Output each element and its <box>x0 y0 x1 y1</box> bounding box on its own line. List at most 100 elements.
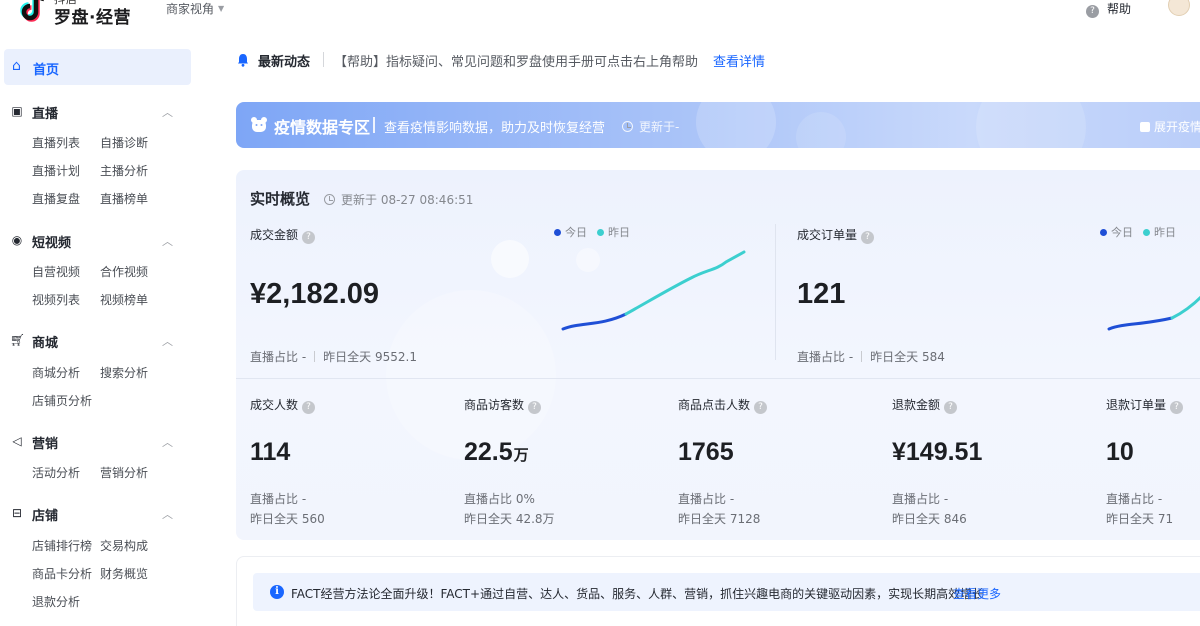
clock-icon <box>324 194 335 205</box>
metric-value: 1765 <box>678 438 735 467</box>
sidebar-group-mall[interactable]: 🛒︎ 商城 ︿ <box>0 329 190 353</box>
sidebar-item-refund-analysis[interactable]: 退款分析 <box>32 593 80 610</box>
sidebar-item-shop-page-analysis[interactable]: 店铺页分析 <box>32 392 92 409</box>
fact-more-link[interactable]: 查看更多 <box>953 585 1001 602</box>
notice-details-link[interactable]: 查看详情 <box>713 51 765 70</box>
metric-yesterday-total: 昨日全天 846 <box>892 512 967 526</box>
metric-live-ratio: 直播占比 - <box>892 492 949 506</box>
sidebar-item-search-analysis[interactable]: 搜索分析 <box>100 364 148 381</box>
question-icon[interactable]: ? <box>302 231 316 244</box>
question-icon[interactable]: ? <box>861 231 875 244</box>
metric-value-number: 1765 <box>678 438 734 466</box>
sparkline-yesterday <box>624 250 746 316</box>
metric-label-text: 退款订单量 <box>1106 398 1167 412</box>
brand-title[interactable]: 罗盘·经营 <box>54 3 131 28</box>
tiktok-logo-icon[interactable] <box>18 0 48 24</box>
view-switch-dropdown[interactable]: 商家视角 ▼ <box>166 0 224 17</box>
question-icon[interactable]: ? <box>754 401 768 414</box>
decoration-bubble <box>386 290 556 460</box>
question-icon[interactable]: ? <box>302 401 316 414</box>
banner-updated: 更新于- <box>622 118 679 135</box>
sidebar-item-live-list[interactable]: 直播列表 <box>32 134 80 151</box>
fact-card: i FACT经营方法论全面升级！FACT+通过自营、达人、货品、服务、人群、营销… <box>236 556 1200 626</box>
sidebar-item-live-plan[interactable]: 直播计划 <box>32 162 80 179</box>
question-icon[interactable]: ? <box>1170 401 1184 414</box>
metric-value: 114 <box>250 438 291 467</box>
sidebar-item-live-ranking[interactable]: 直播榜单 <box>100 190 148 207</box>
metric-yesterday-total: 昨日全天 560 <box>250 512 325 526</box>
sidebar-item-self-live-diagnosis[interactable]: 自播诊断 <box>100 134 148 151</box>
fact-text: FACT经营方法论全面升级！FACT+通过自营、达人、货品、服务、人群、营销，抓… <box>291 587 985 601</box>
metric-label-text: 成交金额 <box>250 228 299 242</box>
question-icon[interactable]: ? <box>944 401 958 414</box>
sidebar-item-live-review[interactable]: 直播复盘 <box>32 190 80 207</box>
sidebar-item-coop-video[interactable]: 合作视频 <box>100 263 148 280</box>
sparkline-yesterday <box>1170 295 1200 320</box>
sidebar-group-marketing[interactable]: ◁ 营销 ︿ <box>0 430 190 454</box>
sidebar-item-marketing-analysis[interactable]: 营销分析 <box>100 464 148 481</box>
question-icon[interactable]: ? <box>528 401 542 414</box>
divider <box>236 378 1200 379</box>
sidebar-item-finance-overview[interactable]: 财务概览 <box>100 565 148 582</box>
sidebar-item-trade-composition[interactable]: 交易构成 <box>100 537 148 554</box>
metric-value-unit: 万 <box>513 447 529 464</box>
sidebar-group-shop[interactable]: ⊟ 店铺 ︿ <box>0 502 190 526</box>
legend-item-yesterday[interactable]: 昨日 <box>1143 226 1176 239</box>
divider <box>861 351 863 362</box>
sidebar-group-live[interactable]: ▣ 直播 ︿ <box>0 100 190 124</box>
realtime-updated: 更新于 08-27 08:46:51 <box>324 191 473 208</box>
chart-legend: 今日 昨日 <box>1100 224 1186 240</box>
metric-value-orders: 121 <box>797 278 846 310</box>
sidebar-item-anchor-analysis[interactable]: 主播分析 <box>100 162 148 179</box>
metric-label-text: 商品访客数 <box>464 398 525 412</box>
divider <box>775 224 776 360</box>
banner-expand-button[interactable]: 展开疫情 <box>1140 118 1200 135</box>
divider <box>323 52 324 67</box>
legend-dot-today <box>554 229 561 236</box>
legend-label-today: 今日 <box>1111 226 1133 239</box>
metric-sub-gmv: 直播占比 - 昨日全天 9552.1 <box>250 348 417 365</box>
sidebar-item-video-ranking[interactable]: 视频榜单 <box>100 291 148 308</box>
metric-label: 退款金额? <box>892 396 958 414</box>
epidemic-banner[interactable]: 疫情数据专区 查看疫情影响数据，助力及时恢复经营 更新于- 展开疫情 <box>236 102 1200 148</box>
video-icon: ◉ <box>11 233 23 247</box>
legend-dot-yesterday <box>597 229 604 236</box>
realtime-title: 实时概览 <box>250 190 311 208</box>
avatar[interactable] <box>1168 0 1190 16</box>
sidebar-item-product-card-analysis[interactable]: 商品卡分析 <box>32 565 92 582</box>
chevron-up-icon: ︿ <box>162 436 173 449</box>
bell-icon <box>238 54 248 67</box>
sidebar-item-mall-analysis[interactable]: 商城分析 <box>32 364 80 381</box>
banner-decoration <box>696 102 776 148</box>
metric-live-ratio: 直播占比 - <box>797 350 854 364</box>
metric-label-text: 退款金额 <box>892 398 941 412</box>
metric-label: 商品访客数? <box>464 396 542 414</box>
sidebar-item-shop-ranking[interactable]: 店铺排行榜 <box>32 537 92 554</box>
sidebar-item-own-video[interactable]: 自营视频 <box>32 263 80 280</box>
legend-dot-yesterday <box>1143 229 1150 236</box>
sidebar-group-short-video[interactable]: ◉ 短视频 ︿ <box>0 229 190 253</box>
metric-yesterday-total: 昨日全天 42.8万 <box>464 512 555 526</box>
legend-item-yesterday[interactable]: 昨日 <box>597 226 630 239</box>
legend-item-today[interactable]: 今日 <box>1100 226 1133 239</box>
legend-item-today[interactable]: 今日 <box>554 226 587 239</box>
banner-subtitle: 查看疫情影响数据，助力及时恢复经营 <box>384 121 606 136</box>
sidebar-item-activity-analysis[interactable]: 活动分析 <box>32 464 80 481</box>
live-icon: ▣ <box>11 104 23 118</box>
metric-label-orders: 成交订单量? <box>797 226 875 244</box>
sidebar-item-home[interactable]: ⌂ 首页 <box>4 49 191 85</box>
metric-value-number: ¥149.51 <box>892 438 983 466</box>
metric-value-gmv: ¥2,182.09 <box>250 278 380 310</box>
help-button[interactable]: ? 帮助 <box>1086 0 1131 18</box>
sidebar: ⌂ 首页 ▣ 直播 ︿ 直播列表 自播诊断 直播计划 主播分析 直播复盘 直播榜… <box>0 44 200 626</box>
metric-yesterday-total: 昨日全天 584 <box>870 350 945 364</box>
sparkline-orders <box>1107 295 1200 331</box>
bear-icon <box>251 117 267 132</box>
realtime-overview-card: 实时概览 更新于 08-27 08:46:51 成交金额? 今日 昨日 ¥2,18… <box>236 170 1200 540</box>
sidebar-group-label: 店铺 <box>32 509 59 524</box>
sidebar-item-video-list[interactable]: 视频列表 <box>32 291 80 308</box>
metric-label: 商品点击人数? <box>678 396 768 414</box>
divider <box>314 351 316 362</box>
info-icon: i <box>270 585 284 599</box>
home-icon: ⌂ <box>12 58 21 74</box>
